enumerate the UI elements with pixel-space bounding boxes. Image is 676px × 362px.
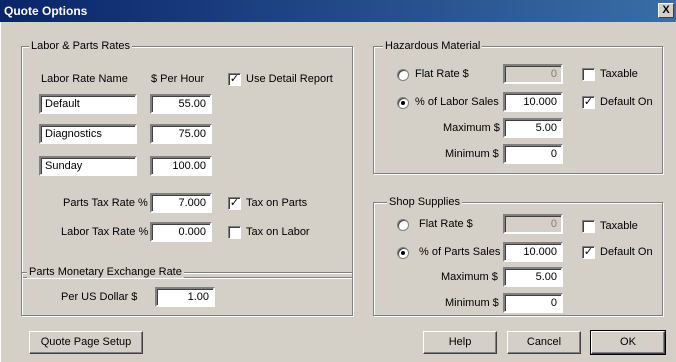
labor-tax-rate-input[interactable]: 0.000 xyxy=(150,222,212,242)
labor-tax-rate-label: Labor Tax Rate % xyxy=(61,226,149,238)
quote-page-setup-button[interactable]: Quote Page Setup xyxy=(29,331,143,354)
tax-on-parts-checkbox[interactable]: ✓ xyxy=(228,197,241,210)
shop-minimum-label: Minimum $ xyxy=(445,297,499,309)
parts-tax-rate-input[interactable]: 7.000 xyxy=(150,193,212,213)
hazardous-percent-label: % of Labor Sales xyxy=(415,96,499,108)
window-title: Quote Options xyxy=(4,4,88,18)
labor-rate-value-input-2[interactable]: 75.00 xyxy=(150,124,212,144)
tax-on-labor-label: Tax on Labor xyxy=(246,226,310,238)
labor-rate-name-input-2[interactable]: Diagnostics xyxy=(39,124,137,144)
exchange-rate-title: Parts Monetary Exchange Rate xyxy=(27,266,184,278)
per-hour-header: $ Per Hour xyxy=(151,73,205,85)
ok-button[interactable]: OK xyxy=(590,330,666,355)
shop-taxable-checkbox[interactable] xyxy=(582,220,595,233)
use-detail-report-label: Use Detail Report xyxy=(246,73,333,85)
title-bar: Quote Options X xyxy=(0,0,676,22)
per-us-dollar-label: Per US Dollar $ xyxy=(61,291,138,303)
shop-percent-input[interactable]: 10.000 xyxy=(503,242,563,262)
labor-rate-value-input-3[interactable]: 100.00 xyxy=(150,156,212,176)
per-us-dollar-input[interactable]: 1.00 xyxy=(155,287,215,307)
hazardous-default-on-label: Default On xyxy=(600,96,653,108)
hazardous-flat-rate-input[interactable]: 0 xyxy=(503,64,563,84)
hazardous-material-title: Hazardous Material xyxy=(383,40,483,52)
shop-flat-rate-label: Flat Rate $ xyxy=(419,218,473,230)
hazardous-percent-radio[interactable] xyxy=(397,97,409,109)
tax-on-labor-checkbox[interactable] xyxy=(228,226,241,239)
hazardous-flat-rate-radio[interactable] xyxy=(397,69,409,81)
hazardous-minimum-label: Minimum $ xyxy=(445,148,499,160)
shop-percent-label: % of Parts Sales xyxy=(419,246,501,258)
shop-default-on-checkbox[interactable]: ✓ xyxy=(582,246,595,259)
shop-maximum-input[interactable]: 5.00 xyxy=(503,267,563,287)
hazardous-maximum-label: Maximum $ xyxy=(443,122,500,134)
help-button[interactable]: Help xyxy=(423,331,497,354)
shop-percent-radio[interactable] xyxy=(397,247,409,259)
hazardous-taxable-label: Taxable xyxy=(600,68,638,80)
hazardous-minimum-input[interactable]: 0 xyxy=(503,144,563,164)
close-icon: X xyxy=(662,4,670,16)
tax-on-parts-label: Tax on Parts xyxy=(246,197,308,209)
close-button[interactable]: X xyxy=(658,3,674,18)
shop-maximum-label: Maximum $ xyxy=(441,271,498,283)
labor-rate-name-header: Labor Rate Name xyxy=(41,73,128,85)
use-detail-report-checkbox[interactable]: ✓ xyxy=(228,73,241,86)
labor-parts-rates-title: Labor & Parts Rates xyxy=(29,40,133,52)
hazardous-percent-input[interactable]: 10.000 xyxy=(503,92,563,112)
shop-minimum-input[interactable]: 0 xyxy=(503,293,563,313)
hazardous-maximum-input[interactable]: 5.00 xyxy=(503,118,563,138)
dialog-body: Labor & Parts Rates Labor Rate Name $ Pe… xyxy=(0,22,676,362)
parts-tax-rate-label: Parts Tax Rate % xyxy=(63,197,148,209)
shop-supplies-title: Shop Supplies xyxy=(387,196,462,208)
shop-default-on-label: Default On xyxy=(600,246,653,258)
hazardous-flat-rate-label: Flat Rate $ xyxy=(415,68,469,80)
hazardous-default-on-checkbox[interactable]: ✓ xyxy=(582,96,595,109)
hazardous-taxable-checkbox[interactable] xyxy=(582,68,595,81)
cancel-button[interactable]: Cancel xyxy=(507,331,581,354)
shop-flat-rate-radio[interactable] xyxy=(397,219,409,231)
shop-taxable-label: Taxable xyxy=(600,220,638,232)
shop-flat-rate-input[interactable]: 0 xyxy=(503,214,563,234)
labor-rate-value-input-1[interactable]: 55.00 xyxy=(150,94,212,114)
labor-rate-name-input-3[interactable]: Sunday xyxy=(39,156,137,176)
labor-rate-name-input-1[interactable]: Default xyxy=(39,94,137,114)
